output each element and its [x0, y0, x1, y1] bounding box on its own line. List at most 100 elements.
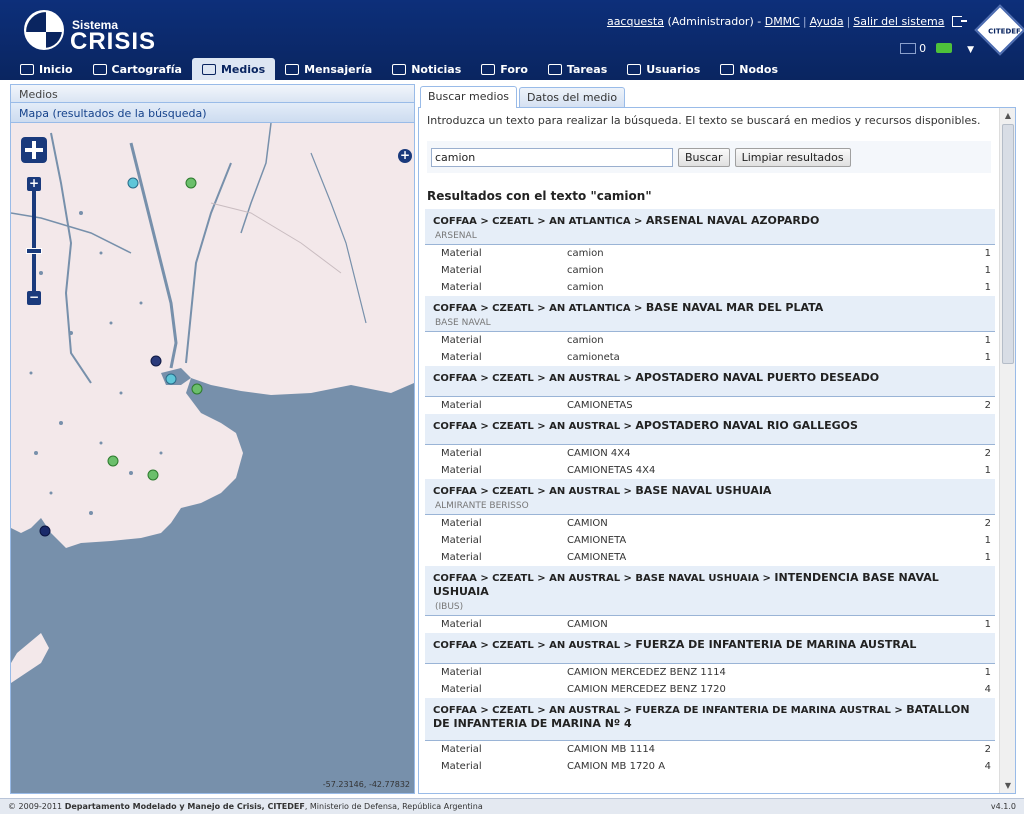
search-content: Introduzca un texto para realizar la bús… [418, 108, 1016, 794]
footer: © 2009-2011 Departamento Modelado y Mane… [0, 798, 1024, 814]
zoom-in-button[interactable]: + [27, 177, 41, 191]
result-row[interactable]: Material CAMIONETAS 4X4 1 [425, 462, 995, 479]
version-label: v4.1.0 [990, 802, 1016, 811]
checklist-icon [547, 63, 562, 75]
map-canvas[interactable] [11, 123, 414, 793]
nav-foro[interactable]: Foro [471, 58, 538, 80]
group-sub: ARSENAL [435, 231, 477, 241]
result-row[interactable]: Material CAMION MB 1114 2 [425, 741, 995, 758]
group-leaf[interactable]: APOSTADERO NAVAL PUERTO DESEADO [635, 371, 879, 384]
group-leaf[interactable]: FUERZA DE INFANTERIA DE MARINA AUSTRAL [635, 638, 916, 651]
search-intro: Introduzca un texto para realizar la bús… [427, 114, 981, 127]
group-path: COFFAA > CZEATL > AN AUSTRAL > [433, 640, 636, 651]
rss-icon [392, 63, 407, 75]
nav-noticias[interactable]: Noticias [382, 58, 471, 80]
search-row: Buscar Limpiar resultados [427, 141, 991, 173]
result-row[interactable]: Material CAMION 1 [425, 616, 995, 633]
search-panel: Buscar medios Datos del medio Introduzca… [418, 84, 1016, 794]
org-badge-icon: CITEDEF [974, 4, 1024, 56]
result-row[interactable]: Material CAMION MB 1720 A4 [425, 758, 995, 775]
results-heading: Resultados con el texto "camion" [427, 189, 652, 203]
vehicles-icon [201, 63, 216, 75]
group-path: COFFAA > CZEATL > AN AUSTRAL > [433, 486, 636, 497]
result-row[interactable]: Material CAMION MERCEDEZ BENZ 1114 1 [425, 664, 995, 681]
results-scroll-area[interactable]: Introduzca un texto para realizar la bús… [419, 108, 999, 793]
group-leaf[interactable]: BASE NAVAL USHUAIA [635, 484, 771, 497]
result-row[interactable]: Material camion 1 [425, 279, 995, 296]
user-icon [627, 63, 642, 75]
group-leaf[interactable]: ARSENAL NAVAL AZOPARDO [646, 214, 819, 227]
scroll-down-icon[interactable]: ▼ [1002, 780, 1014, 792]
group-path: COFFAA > CZEATL > AN AUSTRAL > [433, 373, 636, 384]
network-icon [720, 63, 735, 75]
scroll-up-icon[interactable]: ▲ [1002, 110, 1014, 122]
result-row[interactable]: Material CAMIONETA 1 [425, 549, 995, 566]
results-map[interactable]: + − + -57.23146, -42.77832 [11, 123, 414, 793]
result-group: COFFAA > CZEATL > AN AUSTRAL > APOSTADER… [425, 414, 995, 479]
result-row[interactable]: Material CAMIONETA 1 [425, 532, 995, 549]
logo-big-text: CRISIS [70, 28, 157, 55]
user-role: (Administrador) - [667, 15, 762, 28]
group-sub: ALMIRANTE BERISSO [435, 501, 529, 511]
nav-usuarios[interactable]: Usuarios [617, 58, 710, 80]
group-leaf[interactable]: BASE NAVAL MAR DEL PLATA [646, 301, 823, 314]
tab-bar: Buscar medios Datos del medio [418, 84, 1016, 108]
clear-results-button[interactable]: Limpiar resultados [734, 147, 851, 167]
nav-medios[interactable]: Medios [191, 58, 276, 80]
vertical-scrollbar[interactable]: ▲ ▼ [999, 108, 1015, 793]
result-group: COFFAA > CZEATL > AN AUSTRAL > FUERZA DE… [425, 698, 995, 775]
result-group: COFFAA > CZEATL > AN AUSTRAL > BASE NAVA… [425, 566, 995, 633]
result-group: COFFAA > CZEATL > AN ATLANTICA > ARSENAL… [425, 209, 995, 296]
group-leaf[interactable]: APOSTADERO NAVAL RIO GALLEGOS [635, 419, 858, 432]
chat-icon[interactable] [935, 43, 952, 53]
results-list: COFFAA > CZEATL > AN ATLANTICA > ARSENAL… [419, 209, 999, 775]
scrollbar-thumb[interactable] [1002, 124, 1014, 364]
crisis-logo-icon [24, 10, 64, 50]
layer-switcher-icon[interactable]: + [398, 149, 412, 163]
result-row[interactable]: Material CAMION 4X4 2 [425, 445, 995, 462]
result-group: COFFAA > CZEATL > AN AUSTRAL > FUERZA DE… [425, 633, 995, 698]
pan-control-icon[interactable] [21, 137, 47, 163]
zoom-slider-handle[interactable] [26, 248, 42, 254]
result-row[interactable]: Material camioneta 1 [425, 349, 995, 366]
app-header: Sistema CRISIS aacquesta (Administrador)… [0, 0, 1024, 80]
map-title: Mapa (resultados de la búsqueda) [11, 103, 414, 123]
home-icon [20, 63, 34, 75]
zoom-out-button[interactable]: − [27, 291, 41, 305]
logout-icon[interactable] [952, 16, 967, 27]
group-path: COFFAA > CZEATL > AN AUSTRAL > [433, 421, 636, 432]
zoom-slider-track[interactable] [32, 191, 36, 291]
mail-icon[interactable] [899, 43, 916, 54]
panel-title: Medios [11, 85, 414, 103]
nav-tareas[interactable]: Tareas [538, 58, 617, 80]
result-row[interactable]: Material camion 1 [425, 332, 995, 349]
result-row[interactable]: Material CAMIONETAS 2 [425, 397, 995, 414]
logout-link[interactable]: Salir del sistema [853, 15, 944, 28]
footer-suffix: , Ministerio de Defensa, República Argen… [304, 802, 483, 811]
nav-inicio[interactable]: Inicio [10, 58, 83, 80]
result-row[interactable]: Material camion 1 [425, 245, 995, 262]
nav-nodos[interactable]: Nodos [710, 58, 788, 80]
result-row[interactable]: Material CAMION MERCEDEZ BENZ 1720 4 [425, 681, 995, 698]
org-link[interactable]: DMMC [765, 15, 800, 28]
main-nav: Inicio Cartografía Medios Mensajería Not… [10, 58, 788, 80]
result-row[interactable]: Material CAMION 2 [425, 515, 995, 532]
chevron-down-icon[interactable]: ▼ [967, 45, 974, 55]
tab-datos-del-medio[interactable]: Datos del medio [519, 87, 626, 107]
result-group: COFFAA > CZEATL > AN AUSTRAL > APOSTADER… [425, 366, 995, 414]
search-input[interactable] [431, 147, 673, 167]
user-name-link[interactable]: aacquesta [607, 15, 664, 28]
search-button[interactable]: Buscar [678, 147, 730, 167]
group-path: COFFAA > CZEATL > AN AUSTRAL > BASE NAVA… [433, 573, 775, 584]
map-coordinates: -57.23146, -42.77832 [322, 780, 410, 789]
medios-panel: Medios Mapa (resultados de la búsqueda) [10, 84, 415, 794]
tab-buscar-medios[interactable]: Buscar medios [420, 86, 518, 108]
nav-cartografia[interactable]: Cartografía [83, 58, 192, 80]
map-icon [92, 63, 107, 75]
envelope-icon [285, 63, 300, 75]
help-link[interactable]: Ayuda [810, 15, 844, 28]
footer-prefix: © 2009-2011 [8, 802, 65, 811]
result-row[interactable]: Material camion 1 [425, 262, 995, 279]
nav-mensajeria[interactable]: Mensajería [275, 58, 382, 80]
result-group: COFFAA > CZEATL > AN AUSTRAL > BASE NAVA… [425, 479, 995, 566]
